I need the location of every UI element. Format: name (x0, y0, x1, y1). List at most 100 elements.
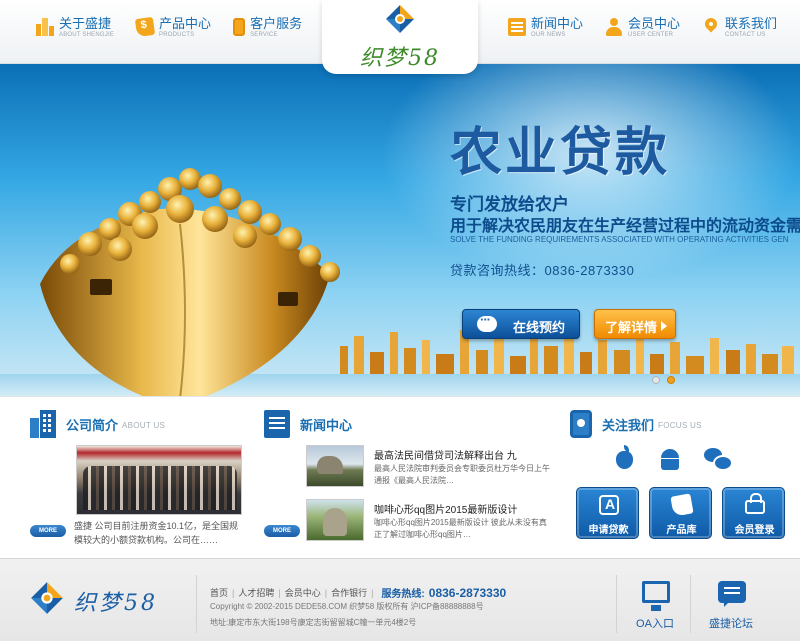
logo-mark-icon (386, 5, 414, 33)
location-pin-icon (702, 18, 720, 36)
footer-link-member[interactable]: 会员中心 (285, 586, 321, 599)
company-intro-text: 盛捷 公司目前注册资金10.1亿，是全国规模较大的小额贷款机构。公司在…… (74, 521, 239, 545)
social-icons (610, 445, 748, 471)
news-thumbnail-2 (306, 499, 364, 541)
follow-us-title: 关注我们 (602, 417, 655, 433)
nav-products[interactable]: 产品中心 PRODUCTS (134, 16, 212, 39)
nav-contact-en: CONTACT US (725, 32, 766, 38)
user-icon (605, 18, 623, 36)
footer-link-banks[interactable]: 合作银行 (331, 586, 367, 599)
footer-divider (690, 575, 691, 633)
price-tag-icon (134, 16, 156, 38)
company-intro-title: 公司简介 (66, 417, 119, 433)
chat-icon (718, 581, 746, 607)
nav-user-center[interactable]: 会员中心 USER CENTER (605, 16, 680, 39)
news-item-title-2[interactable]: 咖啡心形qq图片2015最新版设计 (374, 501, 551, 516)
slide-dot-1[interactable] (652, 376, 660, 384)
phone-icon (233, 18, 246, 36)
footer-separator: | (232, 587, 235, 598)
footer-divider (616, 575, 617, 633)
nav-news-en: OUR NEWS (531, 32, 566, 38)
site-footer: 织梦58 首页 | 人才招聘 | 会员中心 | 合作银行 | 服务热线: 083… (0, 558, 800, 641)
slide-dot-2[interactable] (667, 376, 675, 384)
slide-indicator (652, 376, 682, 384)
monitor-icon (642, 581, 670, 611)
nav-service-label: 客户服务 (250, 16, 303, 31)
wechat-icon[interactable] (702, 445, 733, 471)
nav-products-en: PRODUCTS (159, 32, 195, 38)
nav-user-center-en: USER CENTER (628, 32, 674, 38)
nav-service[interactable]: 客户服务 SERVICE (233, 16, 302, 39)
product-library-label: 产品库 (666, 525, 697, 536)
banner-hotline: 贷款咨询热线：0836-2873330 (450, 263, 635, 278)
newspaper-icon (264, 410, 290, 438)
golden-ship-illustration (40, 168, 340, 396)
online-booking-label: 在线预约 (513, 320, 566, 335)
apply-loan-button[interactable]: 申请贷款 (576, 487, 639, 539)
forum-label: 盛捷论坛 (709, 618, 753, 630)
nav-contact-label: 联系我们 (725, 16, 778, 31)
footer-link-home[interactable]: 首页 (210, 586, 228, 599)
app-store-icon (599, 495, 619, 515)
nav-news-label: 新闻中心 (531, 16, 584, 31)
product-library-button[interactable]: 产品库 (649, 487, 712, 539)
nav-user-center-label: 会员中心 (628, 16, 681, 31)
site-logo[interactable]: 织梦58 (322, 0, 478, 74)
nav-about[interactable]: 关于盛捷 ABOUT SHENGJIE (36, 16, 114, 39)
logo-text: 织梦58 (360, 46, 440, 71)
company-group-photo[interactable] (76, 445, 242, 515)
chat-bubble-icon (477, 312, 497, 332)
oa-entry-label: OA入口 (636, 618, 674, 630)
follow-us-en: FOCUS US (658, 421, 702, 430)
nav-about-label: 关于盛捷 (59, 16, 112, 31)
nav-service-en: SERVICE (250, 32, 278, 38)
news-section: 新闻中心 MORE 最高法民间借贷司法解释出台 九 最高人民法院审判委员会专职委… (264, 409, 554, 559)
mobile-phone-icon (570, 410, 592, 438)
news-thumbnail-1 (306, 445, 364, 487)
arrow-right-icon (661, 321, 667, 331)
nav-right: 新闻中心 OUR NEWS 会员中心 USER CENTER 联系我们 CONT… (508, 16, 799, 39)
footer-link-jobs[interactable]: 人才招聘 (238, 586, 274, 599)
news-item-1[interactable]: 最高法民间借贷司法解释出台 九 最高人民法院审判委员会专职委员杜万华今日上午通报… (306, 445, 551, 491)
nav-contact[interactable]: 联系我们 CONTACT US (702, 16, 777, 39)
online-booking-button[interactable]: 在线预约 (462, 309, 580, 339)
footer-logo-text: 织梦58 (74, 591, 158, 616)
nav-products-label: 产品中心 (159, 16, 212, 31)
nav-left: 关于盛捷 ABOUT SHENGJIE 产品中心 PRODUCTS 客户服务 S… (36, 16, 324, 39)
footer-divider (196, 575, 197, 633)
oa-entry-button[interactable]: OA入口 (620, 579, 690, 631)
newspaper-icon (508, 18, 526, 36)
banner-english: SOLVE THE FUNDING REQUIREMENTS ASSOCIATE… (450, 235, 789, 244)
lock-icon (745, 493, 765, 514)
news-title: 新闻中心 (300, 417, 353, 433)
android-icon[interactable] (656, 445, 684, 471)
company-building-icon (30, 410, 56, 438)
company-more-button[interactable]: MORE (30, 525, 66, 537)
forum-button[interactable]: 盛捷论坛 (696, 579, 766, 631)
news-item-2[interactable]: 咖啡心形qq图片2015最新版设计 咖啡心形qq图片2015最新版设计 彼此从未… (306, 499, 551, 545)
company-intro-en: ABOUT US (122, 421, 166, 430)
banner-subtitle-2: 用于解决农民朋友在生产经营过程中的流动资金需求 (450, 218, 800, 235)
content-sections: 公司简介 ABOUT US MORE 盛捷 公司目前注册资金10.1亿，是全国规… (0, 396, 800, 558)
footer-logo-icon[interactable] (30, 581, 64, 615)
company-intro-header: 公司简介 ABOUT US (30, 409, 242, 439)
member-login-button[interactable]: 会员登录 (722, 487, 785, 539)
learn-more-button[interactable]: 了解详情 (594, 309, 676, 339)
nav-about-en: ABOUT SHENGJIE (59, 32, 115, 38)
footer-hotline-label: 服务热线: (381, 589, 425, 600)
apply-loan-label: 申请贷款 (588, 525, 629, 536)
hero-banner[interactable]: 农业贷款 专门发放给农户 用于解决农民朋友在生产经营过程中的流动资金需求 SOL… (0, 64, 800, 396)
footer-copyright: Copyright © 2002-2015 DEDE58.COM 织梦58 版权… (210, 602, 484, 611)
news-more-button[interactable]: MORE (264, 525, 300, 537)
banner-title: 农业贷款 (450, 124, 671, 182)
news-item-desc-2: 咖啡心形qq图片2015最新版设计 彼此从未没有真正了解过咖啡心形qq图片… (374, 518, 547, 539)
footer-hotline-number: 0836-2873330 (428, 585, 507, 600)
news-item-title-1[interactable]: 最高法民间借贷司法解释出台 九 (374, 447, 551, 462)
nav-news[interactable]: 新闻中心 OUR NEWS (508, 16, 583, 39)
apple-icon[interactable] (610, 445, 638, 471)
footer-separator: | (278, 587, 281, 598)
quick-action-buttons: 申请贷款 产品库 会员登录 (576, 487, 795, 539)
member-login-label: 会员登录 (734, 525, 775, 536)
learn-more-label: 了解详情 (605, 320, 658, 335)
footer-address: 地址:康定市东大街198号康定志街留留城C幢一单元4楼2号 (210, 618, 417, 627)
